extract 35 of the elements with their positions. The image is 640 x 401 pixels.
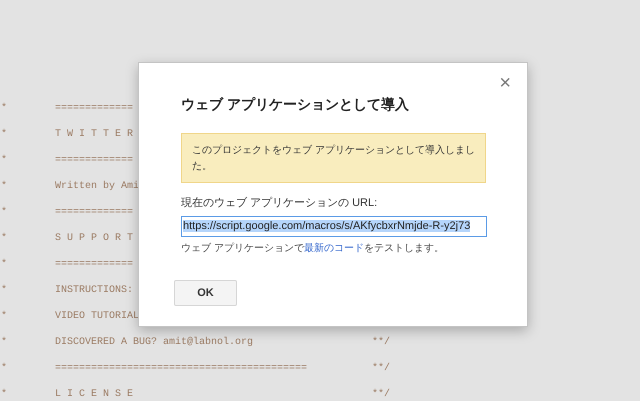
dialog-title: ウェブ アプリケーションとして導入 [181,96,410,114]
hint-text: ウェブ アプリケーションで最新のコード をテストします。 [181,242,445,255]
code-text: DISCOVERED A BUG? amit@labnol.org [55,336,254,348]
ok-button[interactable]: OK [174,280,237,306]
comment-marker: * [0,154,8,166]
url-field[interactable]: https://script.google.com/macros/s/AKfycbxrNmjde-R-y2j73 [181,216,487,237]
comment-marker: * [0,102,8,114]
code-text: L I C E N S E [55,388,134,400]
code-text: ============= [55,206,134,218]
comment-end: **/ [372,336,390,348]
code-text: VIDEO TUTORIAL [55,310,140,322]
comment-end: **/ [372,388,390,400]
code-text: ============= [55,154,134,166]
comment-marker: * [0,362,8,374]
code-text: T W I T T E R [55,128,134,140]
comment-marker: * [0,310,8,322]
url-label: 現在のウェブ アプリケーションの URL: [181,196,378,210]
comment-marker: * [0,180,8,192]
comment-marker: * [0,284,8,296]
comment-marker: * [0,206,8,218]
code-text: Written by Ami [55,180,140,192]
code-text: ========================================== [55,362,308,374]
comment-marker: * [0,258,8,270]
comment-end: **/ [372,362,390,374]
close-button[interactable]: × [499,73,511,93]
comment-marker: * [0,336,8,348]
comment-marker: * [0,232,8,244]
code-text: ============= [55,258,134,270]
code-text: S U P P O R T [55,232,134,244]
latest-code-link[interactable]: 最新のコード [304,243,364,254]
code-text: ============= [55,102,134,114]
comment-marker: * [0,388,8,400]
notice-message: このプロジェクトをウェブ アプリケーションとして導入しました。 [181,133,486,183]
code-text: INSTRUCTIONS: [55,284,134,296]
comment-marker: * [0,128,8,140]
